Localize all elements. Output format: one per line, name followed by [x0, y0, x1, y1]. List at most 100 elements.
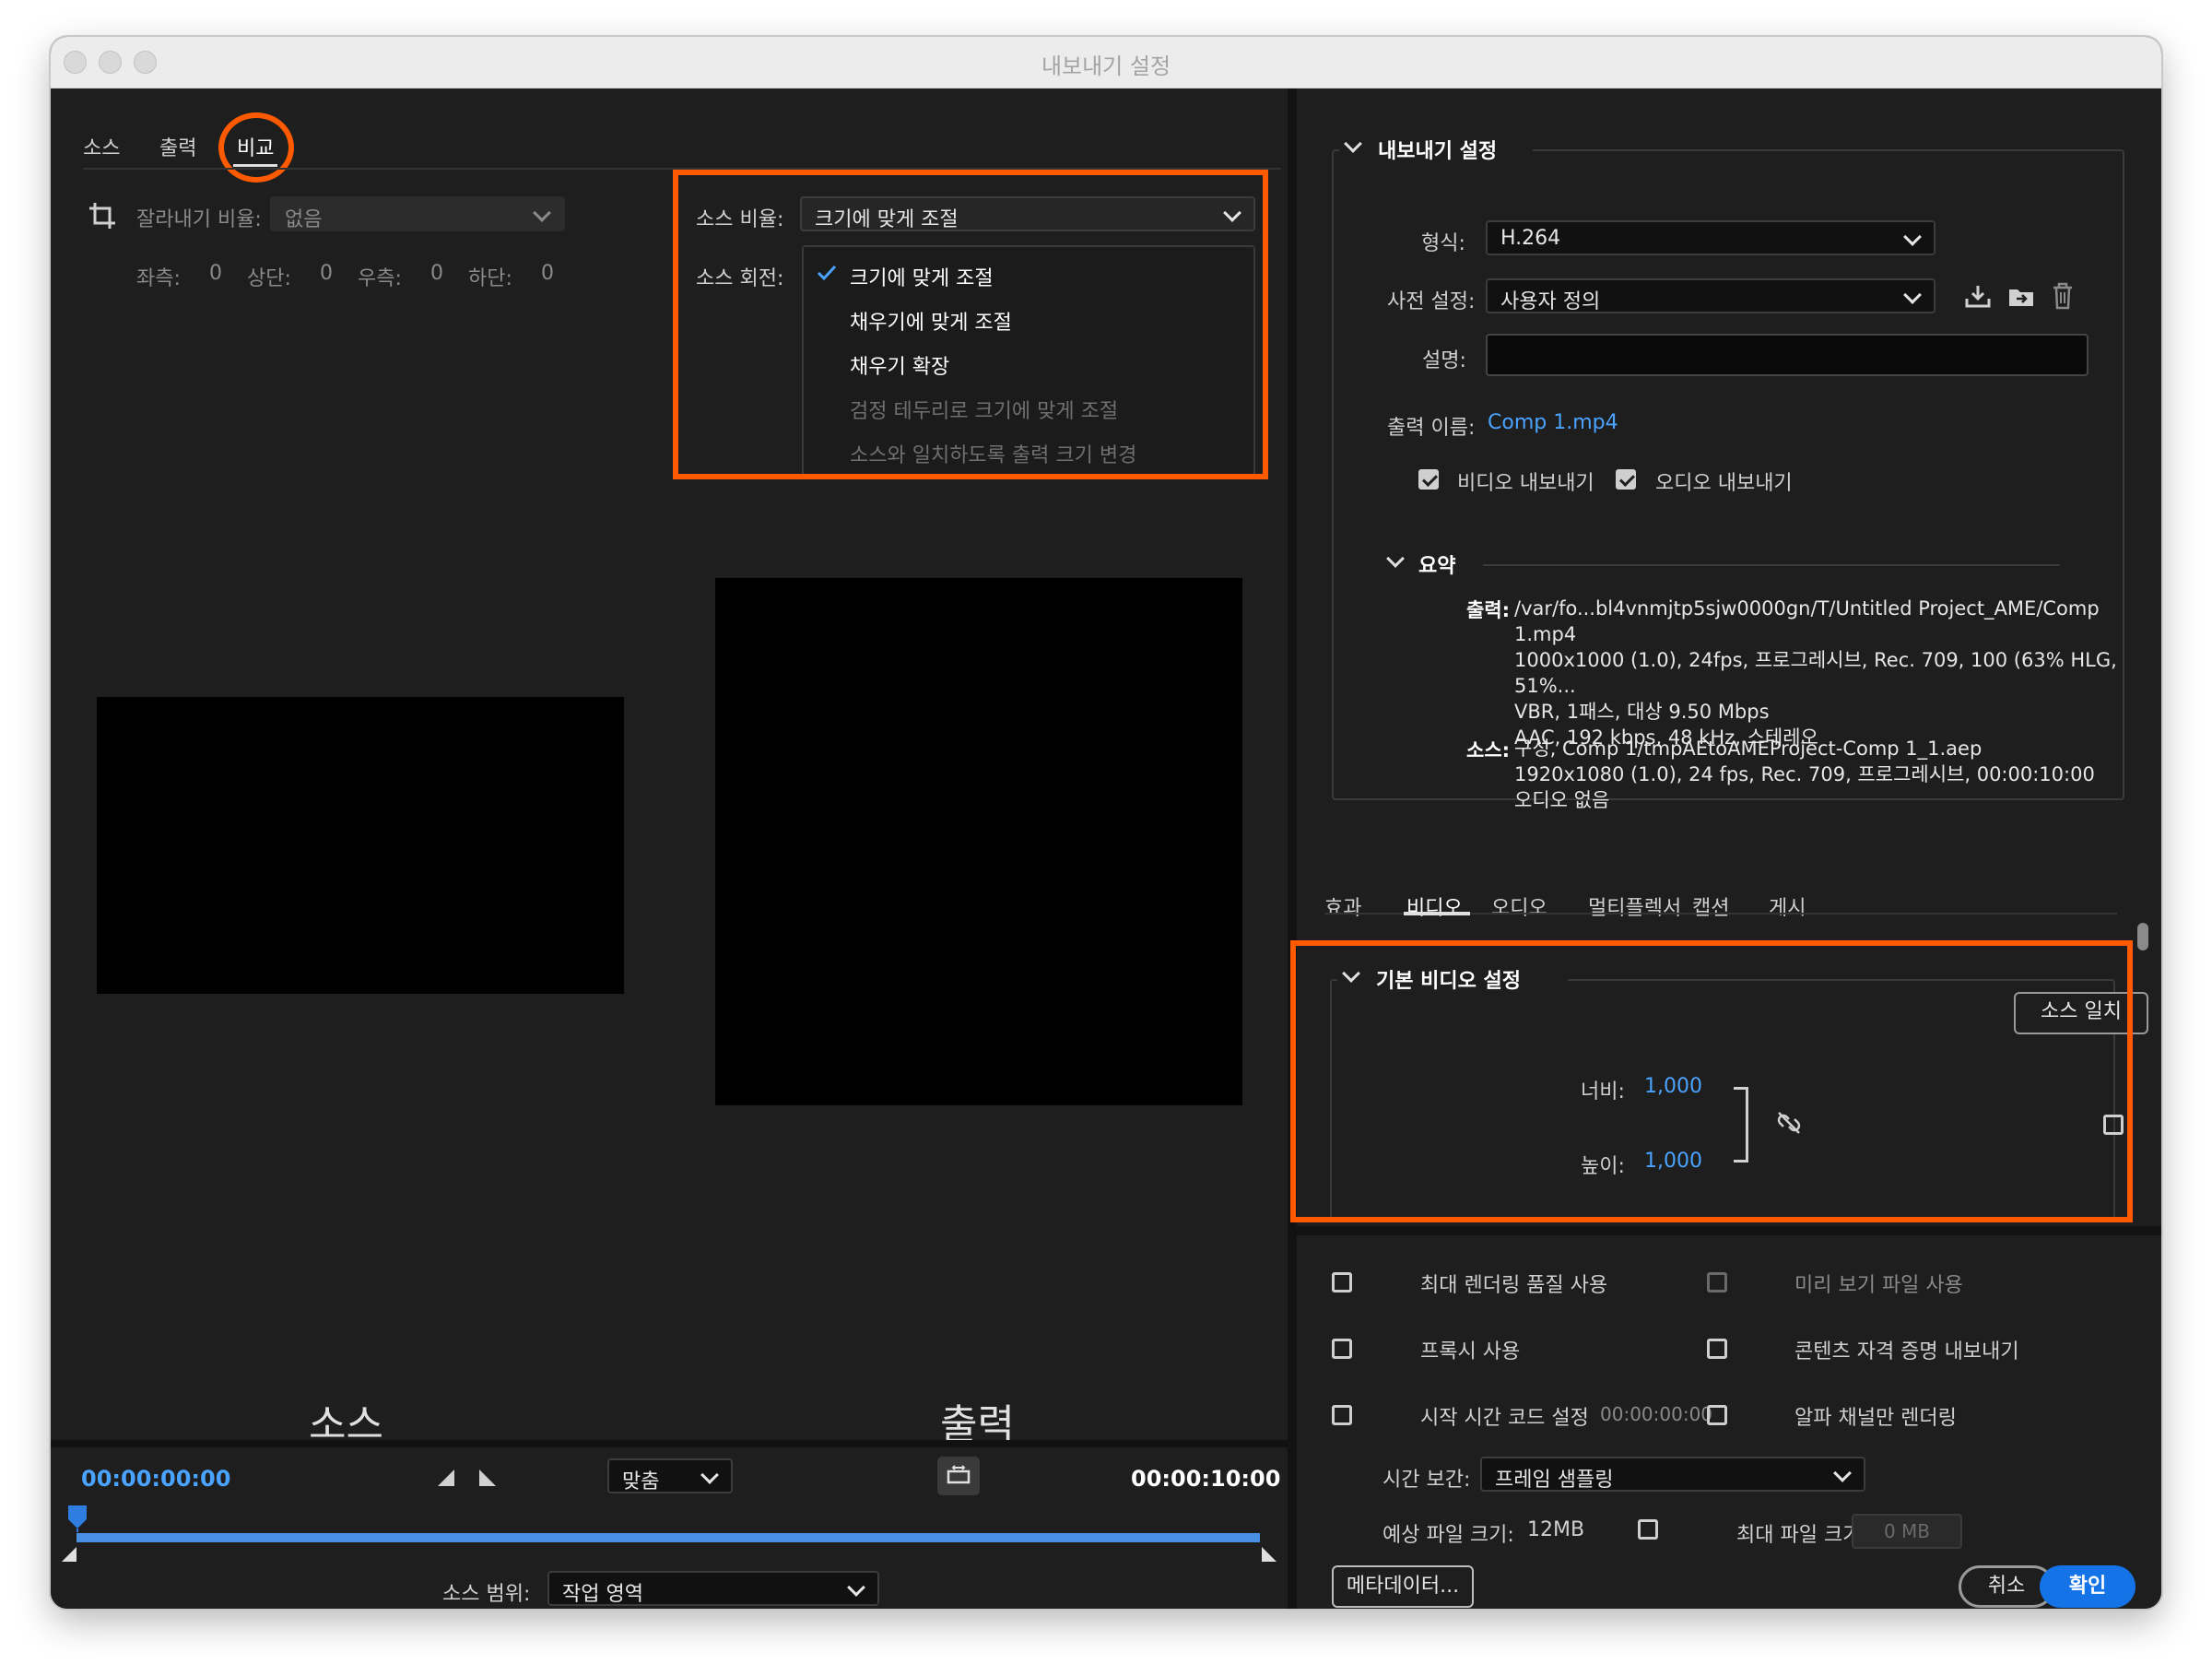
export-video-label: 비디오 내보내기 [1457, 472, 1594, 495]
tab-effects[interactable]: 효과 [1324, 891, 1361, 921]
export-settings-window: 내보내기 설정 소스 출력 비교 잘라내기 비율: 없음 좌측: 0 상단: 0… [51, 37, 2161, 1609]
in-point-handle-icon[interactable] [60, 1545, 78, 1564]
tab-multiplexer[interactable]: 멀티플렉서 [1588, 891, 1681, 921]
crop-bottom-value[interactable]: 0 [541, 262, 554, 285]
zoom-fit-select[interactable]: 맞춤 [607, 1458, 733, 1493]
alpha-only-checkbox[interactable] [1707, 1405, 1727, 1425]
export-credentials-label: 콘텐츠 자격 증명 내보내기 [1794, 1340, 2019, 1363]
output-name-label: 출력 이름: [1387, 417, 1476, 440]
chevron-down-icon [1833, 1464, 1852, 1482]
zoom-fit-value: 맞춤 [622, 1470, 660, 1493]
start-timecode-checkbox[interactable] [1332, 1405, 1352, 1425]
estimated-size-value: 12MB [1527, 1518, 1585, 1541]
settings-scrollbar[interactable] [2137, 923, 2148, 950]
export-audio-label: 오디오 내보내기 [1655, 472, 1793, 495]
delete-preset-icon[interactable] [2052, 282, 2074, 310]
source-range-label: 소스 범위: [442, 1583, 531, 1606]
timecode-duration: 00:00:10:00 [1131, 1466, 1281, 1492]
comment-input[interactable] [1486, 334, 2088, 376]
playhead-icon[interactable] [67, 1505, 88, 1532]
time-interpolation-value: 프레임 샘플링 [1495, 1469, 1614, 1492]
right-panel: 내보내기 설정 형식: H.264 사전 설정: 사용자 정의 설명: 출력 이… [1290, 89, 2161, 1609]
summary-output-line: VBR, 1패스, 대상 9.50 Mbps [1514, 701, 1770, 723]
export-audio-checkbox[interactable] [1616, 469, 1636, 490]
summary-output-label: 출력: [1466, 599, 1511, 621]
save-preset-icon[interactable] [1965, 284, 1991, 308]
time-interpolation-select[interactable]: 프레임 샘플링 [1480, 1457, 1865, 1492]
aspect-ratio-icon [947, 1465, 971, 1484]
source-range-select[interactable]: 작업 영역 [547, 1571, 879, 1606]
aspect-correction-toggle[interactable] [937, 1457, 980, 1495]
format-label: 형식: [1421, 232, 1465, 255]
summary-source-line: 구성, Comp 1/tmpAEtoAMEProject-Comp 1_1.ae… [1514, 738, 1983, 760]
tab-publish[interactable]: 게시 [1769, 891, 1806, 921]
summary-source-line: 오디오 없음 [1514, 789, 1610, 811]
crop-ratio-value: 없음 [285, 208, 323, 231]
chevron-down-icon [1386, 549, 1405, 568]
set-out-point-icon[interactable] [477, 1468, 498, 1488]
export-credentials-checkbox[interactable] [1707, 1339, 1727, 1359]
export-video-checkbox[interactable] [1418, 469, 1439, 490]
source-preview [97, 697, 624, 994]
metadata-button[interactable]: 메타데이터... [1332, 1565, 1474, 1608]
summary-source-line: 1920x1080 (1.0), 24 fps, Rec. 709, 프로그레시… [1514, 763, 2095, 785]
crop-left-value[interactable]: 0 [209, 262, 222, 285]
export-settings-title: 내보내기 설정 [1378, 140, 1498, 163]
out-point-handle-icon[interactable] [1260, 1545, 1278, 1564]
use-previews-label: 미리 보기 파일 사용 [1794, 1274, 1963, 1297]
compare-tab-highlight-circle [218, 112, 294, 183]
crop-icon[interactable] [88, 201, 117, 230]
max-file-size-input: 0 MB [1852, 1514, 1962, 1549]
summary-header[interactable]: 요약 [1382, 549, 1483, 578]
summary-output-line: 1000x1000 (1.0), 24fps, 프로그레시브, Rec. 709… [1514, 649, 2117, 697]
preset-select[interactable]: 사용자 정의 [1486, 278, 1936, 313]
chevron-down-icon [1344, 135, 1362, 153]
summary-source-label: 소스: [1466, 739, 1511, 761]
comment-label: 설명: [1422, 349, 1466, 372]
preset-value: 사용자 정의 [1500, 290, 1601, 313]
chevron-down-icon [847, 1578, 865, 1597]
start-timecode-label: 시작 시간 코드 설정 [1420, 1407, 1589, 1430]
summary-title: 요약 [1418, 555, 1456, 578]
crop-left-label: 좌측: [136, 267, 181, 290]
crop-bottom-label: 하단: [468, 267, 512, 290]
tab-video[interactable]: 비디오 [1406, 891, 1463, 921]
source-range-value: 작업 영역 [562, 1583, 643, 1606]
summary-output-line: /var/fo...bl4vnmjtp5sjw0000gn/T/Untitled… [1514, 597, 2100, 645]
tab-source[interactable]: 소스 [83, 132, 120, 161]
format-value: H.264 [1500, 227, 1561, 250]
max-render-quality-checkbox[interactable] [1332, 1272, 1352, 1292]
tab-captions[interactable]: 캡션 [1692, 891, 1729, 921]
summary-divider [1435, 564, 2060, 566]
summary-source-block: 구성, Comp 1/tmpAEtoAMEProject-Comp 1_1.ae… [1514, 736, 2095, 813]
timecode-current[interactable]: 00:00:00:00 [81, 1466, 230, 1492]
start-timecode-value: 00:00:00:00 [1600, 1403, 1713, 1425]
crop-ratio-select[interactable]: 없음 [270, 196, 565, 231]
estimated-size-label: 예상 파일 크기: [1382, 1524, 1514, 1547]
timeline-range-bar[interactable] [76, 1533, 1260, 1542]
use-proxies-checkbox[interactable] [1332, 1339, 1352, 1359]
ok-button[interactable]: 확인 [2040, 1565, 2136, 1608]
tab-audio[interactable]: 오디오 [1491, 891, 1547, 921]
preset-label: 사전 설정: [1387, 290, 1476, 313]
crop-top-label: 상단: [247, 267, 291, 290]
alpha-only-label: 알파 채널만 렌더링 [1794, 1407, 1957, 1430]
summary-output-block: /var/fo...bl4vnmjtp5sjw0000gn/T/Untitled… [1514, 596, 2161, 750]
options-divider [1297, 1226, 2161, 1235]
crop-right-label: 우측: [358, 267, 402, 290]
tab-output[interactable]: 출력 [159, 132, 196, 161]
max-file-size-checkbox[interactable] [1638, 1519, 1658, 1540]
max-render-quality-label: 최대 렌더링 품질 사용 [1420, 1274, 1608, 1297]
set-in-point-icon[interactable] [436, 1468, 456, 1488]
format-select[interactable]: H.264 [1486, 220, 1936, 255]
export-settings-header[interactable]: 내보내기 설정 [1339, 135, 1533, 163]
source-scaling-highlight-box [673, 170, 1268, 479]
panel-divider[interactable] [1288, 89, 1297, 1609]
output-name-link[interactable]: Comp 1.mp4 [1488, 411, 1618, 434]
crop-top-value[interactable]: 0 [320, 262, 333, 285]
left-panel: 소스 출력 비교 잘라내기 비율: 없음 좌측: 0 상단: 0 우측: 0 하… [51, 89, 1288, 1609]
output-preview [715, 578, 1242, 1105]
crop-right-value[interactable]: 0 [430, 262, 443, 285]
import-preset-icon[interactable] [2007, 284, 2035, 308]
max-file-size-label: 최대 파일 크기: [1736, 1524, 1868, 1547]
